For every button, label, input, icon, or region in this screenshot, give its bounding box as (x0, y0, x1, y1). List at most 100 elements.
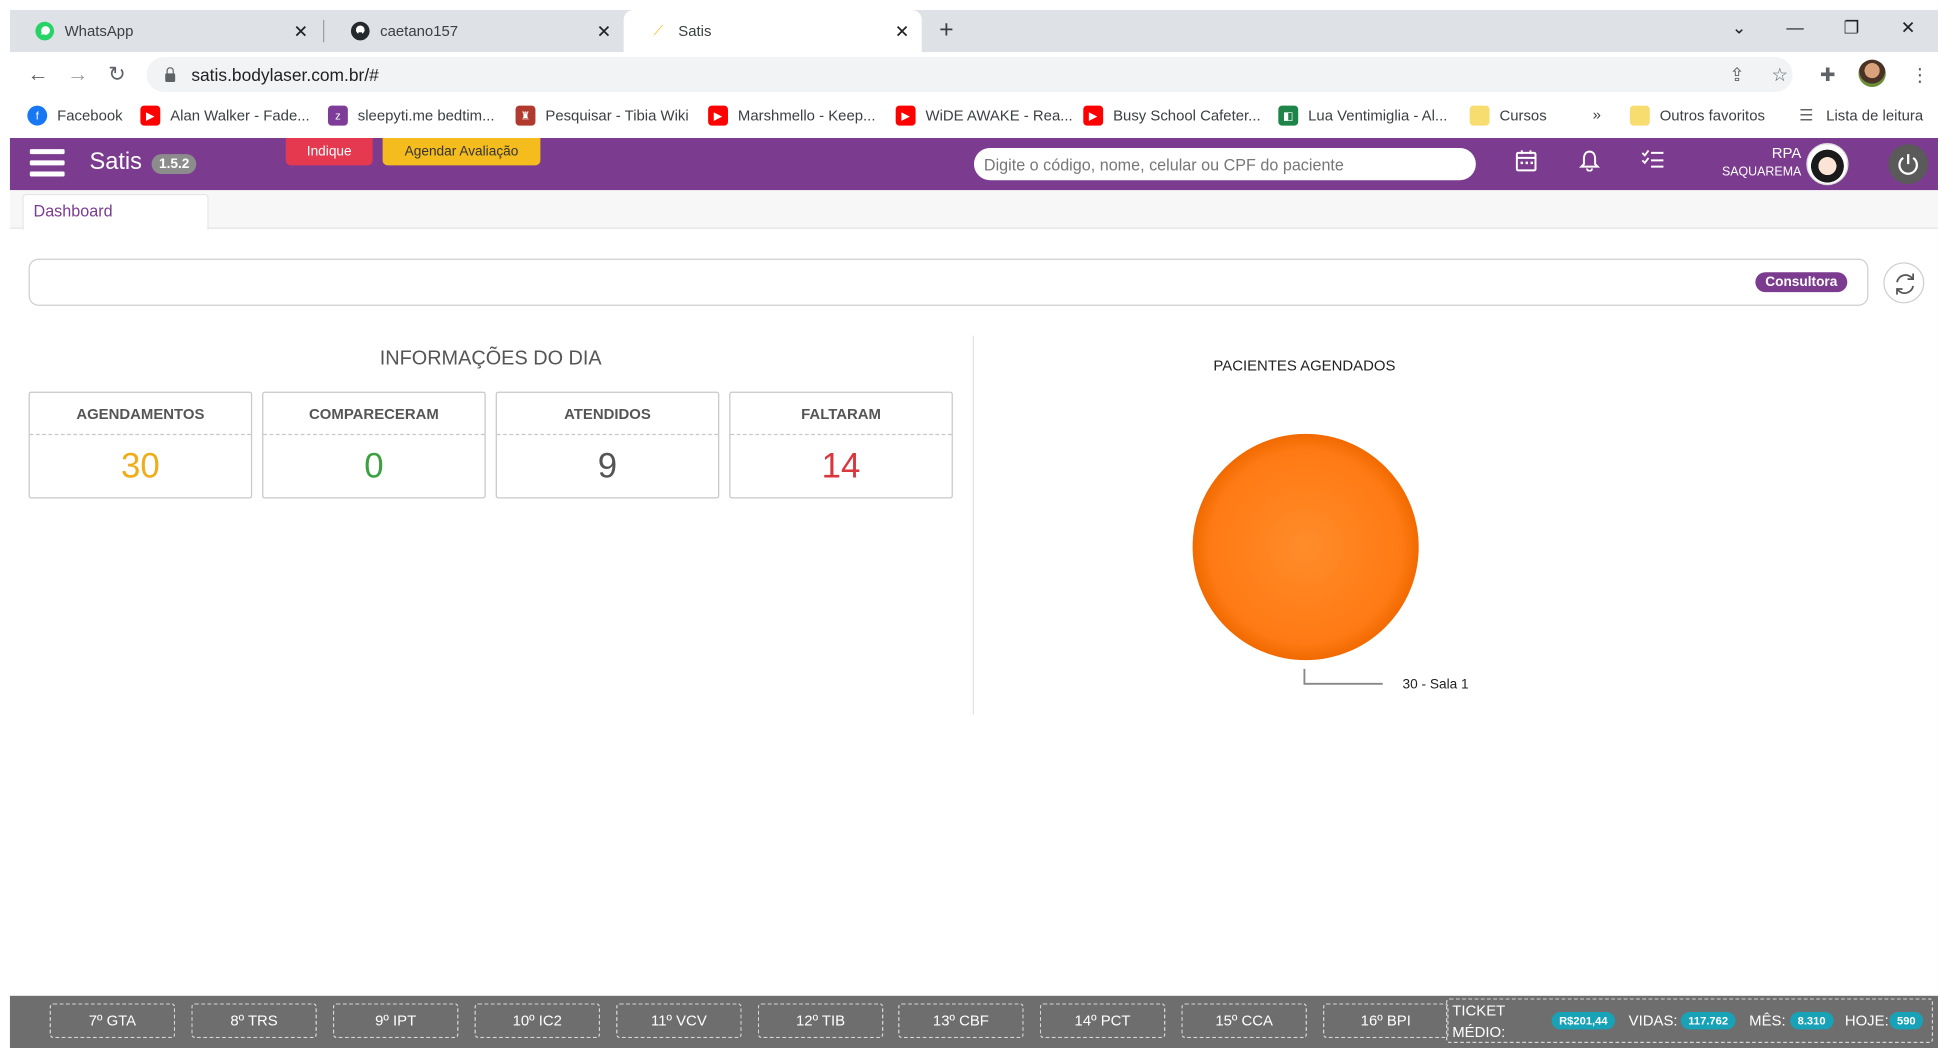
page-icon: ◧ (1278, 105, 1299, 126)
bookmark-label: Facebook (57, 106, 123, 125)
youtube-icon: ▶ (140, 105, 161, 126)
stat-label: AGENDAMENTOS (29, 393, 251, 436)
stat-card-faltaram: FALTARAM 14 (729, 391, 953, 499)
label-leader-line (1303, 668, 1383, 685)
bookmark-item[interactable]: ▶ WiDE AWAKE - Rea... (895, 105, 1073, 126)
vidas-label: VIDAS: (1628, 1011, 1678, 1030)
bookmark-item[interactable]: ▶ Marshmello - Keep... (708, 105, 876, 126)
bookmark-label: Busy School Cafeter... (1113, 106, 1261, 125)
hoje-value: 590 (1889, 1011, 1924, 1030)
footer-button[interactable]: 11º VCV (616, 1003, 742, 1039)
minimize-icon[interactable]: — (1786, 17, 1803, 37)
tab-separator (322, 19, 325, 43)
footer-button[interactable]: 14º PCT (1039, 1003, 1166, 1039)
user-location: SAQUAREMA (1721, 165, 1802, 180)
browser-tabbar: WhatsApp ✕ caetano157 ✕ ⟋ Satis ✕ + ⌄ — … (9, 9, 1938, 53)
menu-hamburger-icon[interactable] (29, 149, 65, 179)
footer-button[interactable]: 15º CCA (1181, 1003, 1307, 1039)
reload-icon[interactable]: ↻ (108, 62, 126, 87)
close-icon[interactable]: ✕ (597, 21, 612, 42)
bookmark-item[interactable]: Cursos (1469, 105, 1547, 126)
indique-button[interactable]: Indique (285, 137, 373, 166)
stat-card-agendamentos: AGENDAMENTOS 30 (28, 391, 253, 499)
browser-tab-title: caetano157 (380, 22, 459, 40)
tab-dashboard[interactable]: Dashboard (22, 193, 209, 230)
avatar[interactable] (1806, 142, 1849, 186)
bookmark-label: Lua Ventimiglia - Al... (1308, 106, 1448, 125)
lock-icon (164, 67, 176, 83)
chart-title: PACIENTES AGENDADOS (1213, 356, 1396, 375)
stat-card-compareceram: COMPARECERAM 0 (262, 391, 486, 499)
refresh-icon[interactable] (1883, 262, 1925, 304)
profile-avatar[interactable] (1858, 59, 1886, 88)
tab-search-icon[interactable]: ⌄ (1732, 17, 1747, 38)
extensions-icon[interactable]: ✚ (1820, 63, 1836, 86)
page-tabstrip: Dashboard (9, 190, 1938, 230)
back-icon[interactable]: ← (27, 62, 48, 87)
bookmark-label: Lista de leitura (1826, 106, 1924, 125)
stat-value: 14 (821, 446, 861, 485)
app-brand: Satis (89, 149, 142, 176)
bookmark-item[interactable]: ▶ Alan Walker - Fade... (140, 105, 310, 126)
sleepytime-icon: z (327, 105, 348, 126)
footer-button[interactable]: 12º TIB (757, 1003, 884, 1039)
agendar-avaliacao-button[interactable]: Agendar Avaliação (382, 137, 541, 166)
youtube-icon: ▶ (895, 105, 916, 126)
task-list-icon[interactable] (1641, 149, 1665, 173)
section-title-day-info: INFORMAÇÕES DO DIA (379, 348, 602, 370)
bookmarks-more[interactable]: » (1593, 106, 1601, 123)
footer-button[interactable]: 8º TRS (191, 1003, 317, 1039)
notice-bar: Consultora (28, 258, 1869, 306)
close-icon[interactable]: ✕ (294, 21, 309, 42)
close-icon[interactable]: ✕ (895, 21, 910, 42)
bookmark-item[interactable]: z sleepyti.me bedtim... (327, 105, 495, 126)
stat-card-atendidos: ATENDIDOS 9 (495, 391, 720, 499)
star-icon[interactable]: ☆ (1772, 63, 1789, 86)
version-badge: 1.5.2 (151, 154, 197, 175)
facebook-icon: f (27, 105, 48, 126)
pie-chart: 30 - Sala 1 (1192, 433, 1469, 692)
metrics-panel: TICKET MÉDIO: R$201,44 VIDAS: 117.762 MÊ… (1446, 998, 1934, 1044)
address-bar[interactable]: satis.bodylaser.com.br/# (146, 57, 1793, 92)
pie-slice[interactable] (1192, 433, 1419, 661)
consultora-badge[interactable]: Consultora (1755, 272, 1848, 293)
user-name: RPA (1771, 144, 1802, 162)
youtube-icon: ▶ (1083, 105, 1104, 126)
footer-button[interactable]: 16º BPI (1323, 1003, 1449, 1039)
ticket-medio-value: R$201,44 (1551, 1011, 1616, 1030)
patient-search-input[interactable] (973, 147, 1476, 181)
bookmark-label: Pesquisar - Tibia Wiki (545, 106, 689, 125)
footer-button[interactable]: 10º IC2 (474, 1003, 601, 1039)
bookmark-item[interactable]: ◧ Lua Ventimiglia - Al... (1278, 105, 1448, 126)
share-icon[interactable]: ⇪ (1729, 63, 1745, 86)
bookmark-label: sleepyti.me bedtim... (357, 106, 495, 125)
bookmark-folder-other[interactable]: Outros favoritos (1629, 105, 1765, 126)
forward-icon[interactable]: → (67, 62, 88, 87)
menu-icon[interactable]: ⋮ (1911, 63, 1930, 86)
footer-button[interactable]: 13º CBF (898, 1003, 1024, 1039)
browser-tab-title: WhatsApp (64, 22, 134, 40)
reading-list[interactable]: ☰ Lista de leitura (1796, 106, 1923, 126)
restore-icon[interactable]: ❐ (1844, 17, 1860, 38)
bookmark-item[interactable]: ♜ Pesquisar - Tibia Wiki (515, 105, 689, 126)
mes-value: 8.310 (1790, 1011, 1834, 1030)
satis-icon: ⟋ (653, 22, 664, 38)
bell-icon[interactable] (1579, 149, 1600, 175)
browser-tab-github[interactable]: caetano157 ✕ (325, 10, 623, 52)
new-tab-icon[interactable]: + (939, 16, 954, 45)
ticket-medio-label: TICKET MÉDIO: (1452, 1002, 1506, 1041)
footer-button[interactable]: 7º GTA (49, 1003, 176, 1039)
browser-tab-whatsapp[interactable]: WhatsApp ✕ (10, 10, 321, 52)
bookmark-item[interactable]: f Facebook (27, 105, 123, 126)
browser-toolbar: ← → ↻ satis.bodylaser.com.br/# ⇪ ☆ ✚ ⋮ (9, 52, 1938, 97)
bookmark-label: Outros favoritos (1659, 106, 1765, 125)
bookmark-item[interactable]: ▶ Busy School Cafeter... (1083, 105, 1261, 126)
browser-tab-satis[interactable]: ⟋ Satis ✕ (623, 9, 922, 53)
calendar-icon[interactable] (1515, 149, 1537, 175)
bookmark-label: Marshmello - Keep... (737, 106, 876, 125)
power-icon[interactable] (1888, 144, 1929, 184)
window-close-icon[interactable]: ✕ (1901, 17, 1916, 38)
github-icon (350, 21, 370, 41)
footer-statusbar: 7º GTA 8º TRS 9º IPT 10º IC2 11º VCV 12º… (9, 995, 1938, 1048)
footer-button[interactable]: 9º IPT (332, 1003, 459, 1039)
